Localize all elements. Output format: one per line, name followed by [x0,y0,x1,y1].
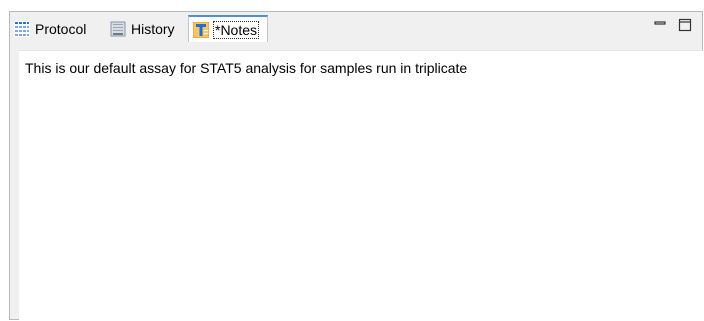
tab-protocol-label: Protocol [35,20,87,37]
text-notes-icon [193,21,209,38]
tab-notes-label: *Notes [212,20,260,39]
notes-view-panel: Protocol History *Notes This is our defa… [9,11,704,320]
notes-text: This is our default assay for STAT5 anal… [25,60,468,76]
tab-notes[interactable]: *Notes [188,15,268,42]
tab-history-label: History [131,20,175,37]
log-icon [110,21,126,36]
tab-bar: Protocol History *Notes [10,12,702,42]
grid-icon [14,20,30,37]
tab-protocol[interactable]: Protocol [10,15,102,42]
minimize-icon[interactable] [653,18,667,32]
tab-history[interactable]: History [106,15,188,42]
maximize-icon[interactable] [678,18,692,32]
notes-text-area[interactable]: This is our default assay for STAT5 anal… [19,50,704,320]
